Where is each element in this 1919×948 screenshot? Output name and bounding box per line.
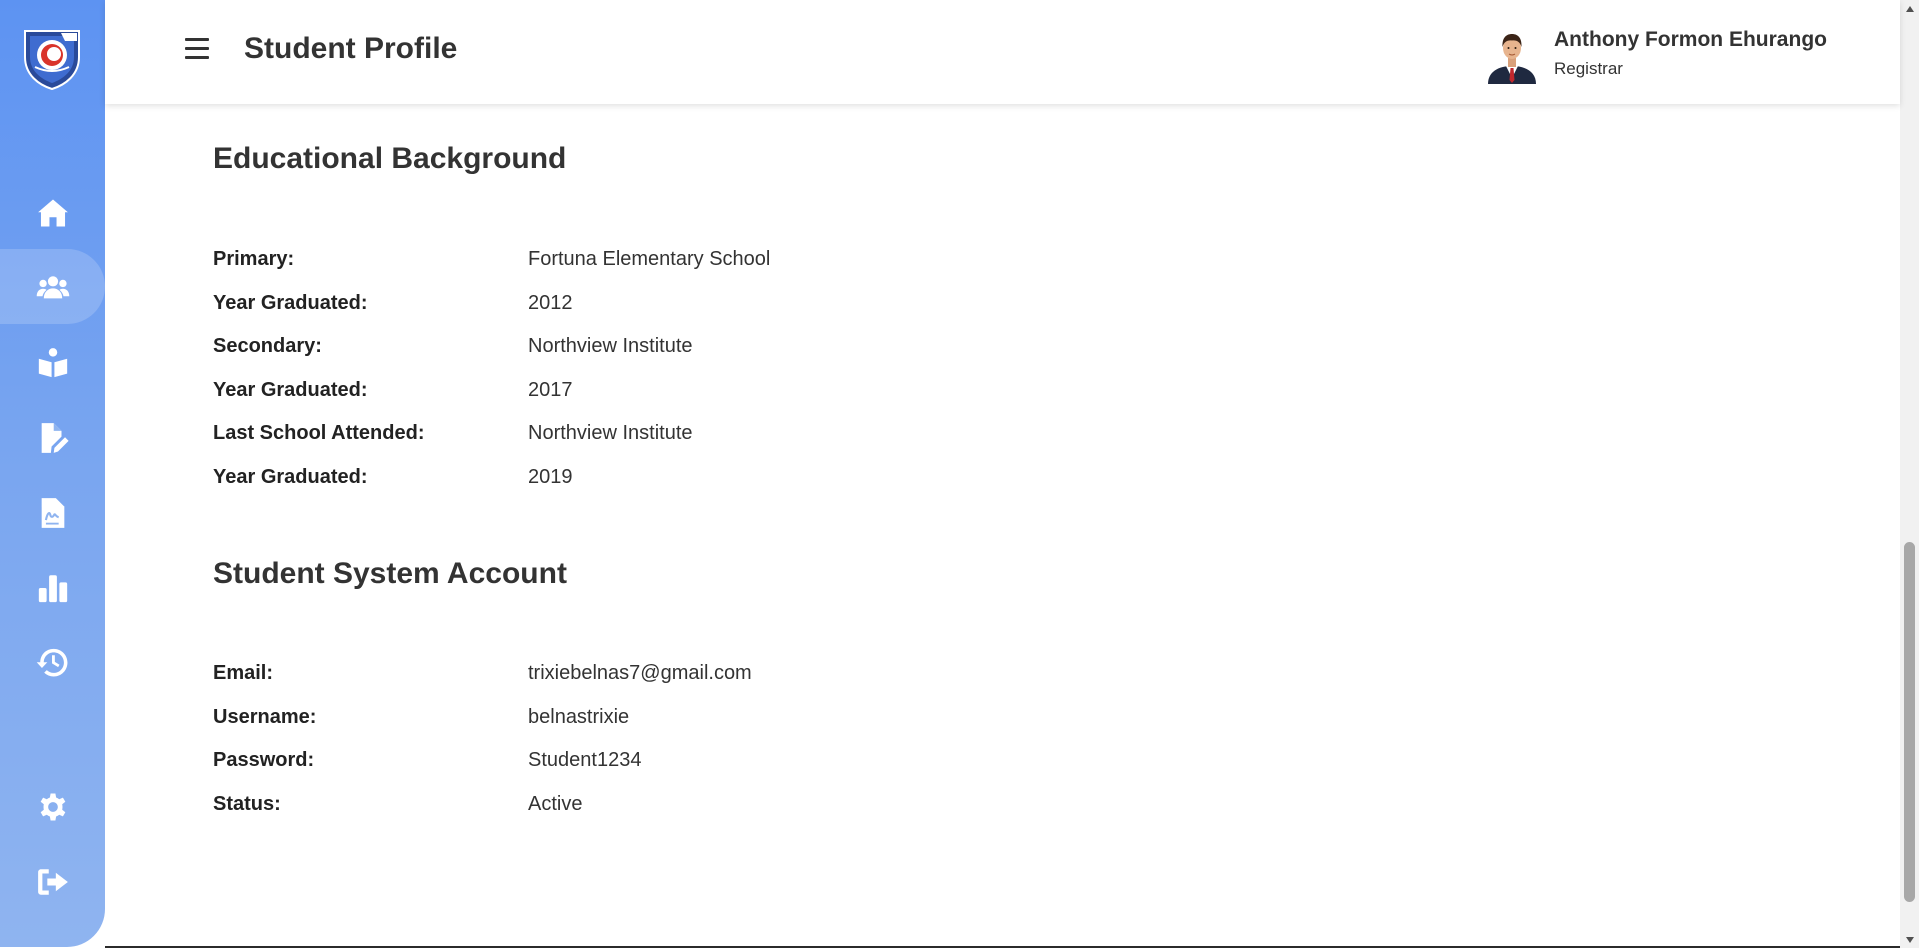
vertical-scrollbar[interactable]	[1900, 0, 1919, 948]
field-label: Status:	[213, 793, 281, 815]
top-header: Student Profile Anthony Formon Ehurango …	[105, 0, 1900, 104]
info-row: Year Graduated: 2012	[213, 292, 1113, 322]
file-signature-icon	[41, 497, 64, 528]
field-value: Student1234	[528, 749, 642, 771]
field-value: belnastrixie	[528, 706, 630, 728]
user-avatar[interactable]	[1484, 28, 1540, 84]
sign-out-icon	[37, 868, 68, 895]
field-label: Year Graduated:	[213, 466, 368, 488]
field-value: Fortuna Elementary School	[528, 248, 771, 270]
info-row: Secondary: Northview Institute	[213, 335, 1113, 365]
sidebar-item-students[interactable]	[0, 249, 105, 324]
sidebar-item-reports[interactable]	[0, 550, 105, 625]
reader-icon	[38, 347, 67, 377]
section-title-education: Educational Background	[213, 142, 567, 175]
field-label: Password:	[213, 749, 315, 771]
info-row: Year Graduated: 2017	[213, 379, 1113, 409]
home-icon	[37, 199, 68, 226]
app-root: Student Profile Anthony Formon Ehurango …	[0, 0, 1919, 948]
field-label: Last School Attended:	[213, 422, 425, 444]
scrollbar-thumb[interactable]	[1904, 542, 1915, 902]
info-row: Email: trixiebelnas7@gmail.com	[213, 662, 1113, 692]
info-row: Username: belnastrixie	[213, 706, 1113, 736]
sidebar-item-home[interactable]	[0, 175, 105, 250]
user-role: Registrar	[1554, 59, 1623, 78]
info-row: Password: Student1234	[213, 749, 1113, 779]
bar-chart-icon	[38, 574, 67, 602]
field-value: trixiebelnas7@gmail.com	[528, 662, 752, 684]
sidebar	[0, 0, 105, 947]
sidebar-item-logout[interactable]	[0, 844, 105, 919]
field-label: Primary:	[213, 248, 295, 270]
info-row: Last School Attended: Northview Institut…	[213, 422, 1113, 452]
sidebar-item-history[interactable]	[0, 625, 105, 700]
field-value: 2017	[528, 379, 573, 401]
section-title-account: Student System Account	[213, 557, 567, 590]
field-value: 2019	[528, 466, 573, 488]
field-value: Northview Institute	[528, 335, 693, 357]
school-logo[interactable]	[21, 27, 83, 91]
sidebar-item-reader[interactable]	[0, 325, 105, 400]
field-label: Year Graduated:	[213, 292, 368, 314]
history-icon	[36, 648, 67, 676]
field-label: Username:	[213, 706, 317, 728]
info-row: Primary: Fortuna Elementary School	[213, 248, 1113, 278]
scroll-up-arrow-icon[interactable]	[1900, 0, 1919, 17]
user-name: Anthony Formon Ehurango	[1554, 28, 1827, 51]
field-label: Secondary:	[213, 335, 322, 357]
hamburger-menu-icon[interactable]	[185, 38, 213, 62]
field-value: 2012	[528, 292, 573, 314]
info-row: Status: Active	[213, 793, 1113, 823]
field-value: Northview Institute	[528, 422, 693, 444]
field-label: Year Graduated:	[213, 379, 368, 401]
sidebar-item-settings[interactable]	[0, 769, 105, 844]
page-title: Student Profile	[244, 32, 458, 65]
sidebar-item-records[interactable]	[0, 400, 105, 475]
gear-icon	[40, 793, 65, 820]
file-pen-icon	[41, 422, 69, 453]
scroll-down-arrow-icon[interactable]	[1900, 931, 1919, 948]
field-value: Active	[528, 793, 583, 815]
sidebar-item-documents[interactable]	[0, 475, 105, 550]
users-icon	[36, 275, 69, 298]
field-label: Email:	[213, 662, 274, 684]
info-row: Year Graduated: 2019	[213, 466, 1113, 496]
